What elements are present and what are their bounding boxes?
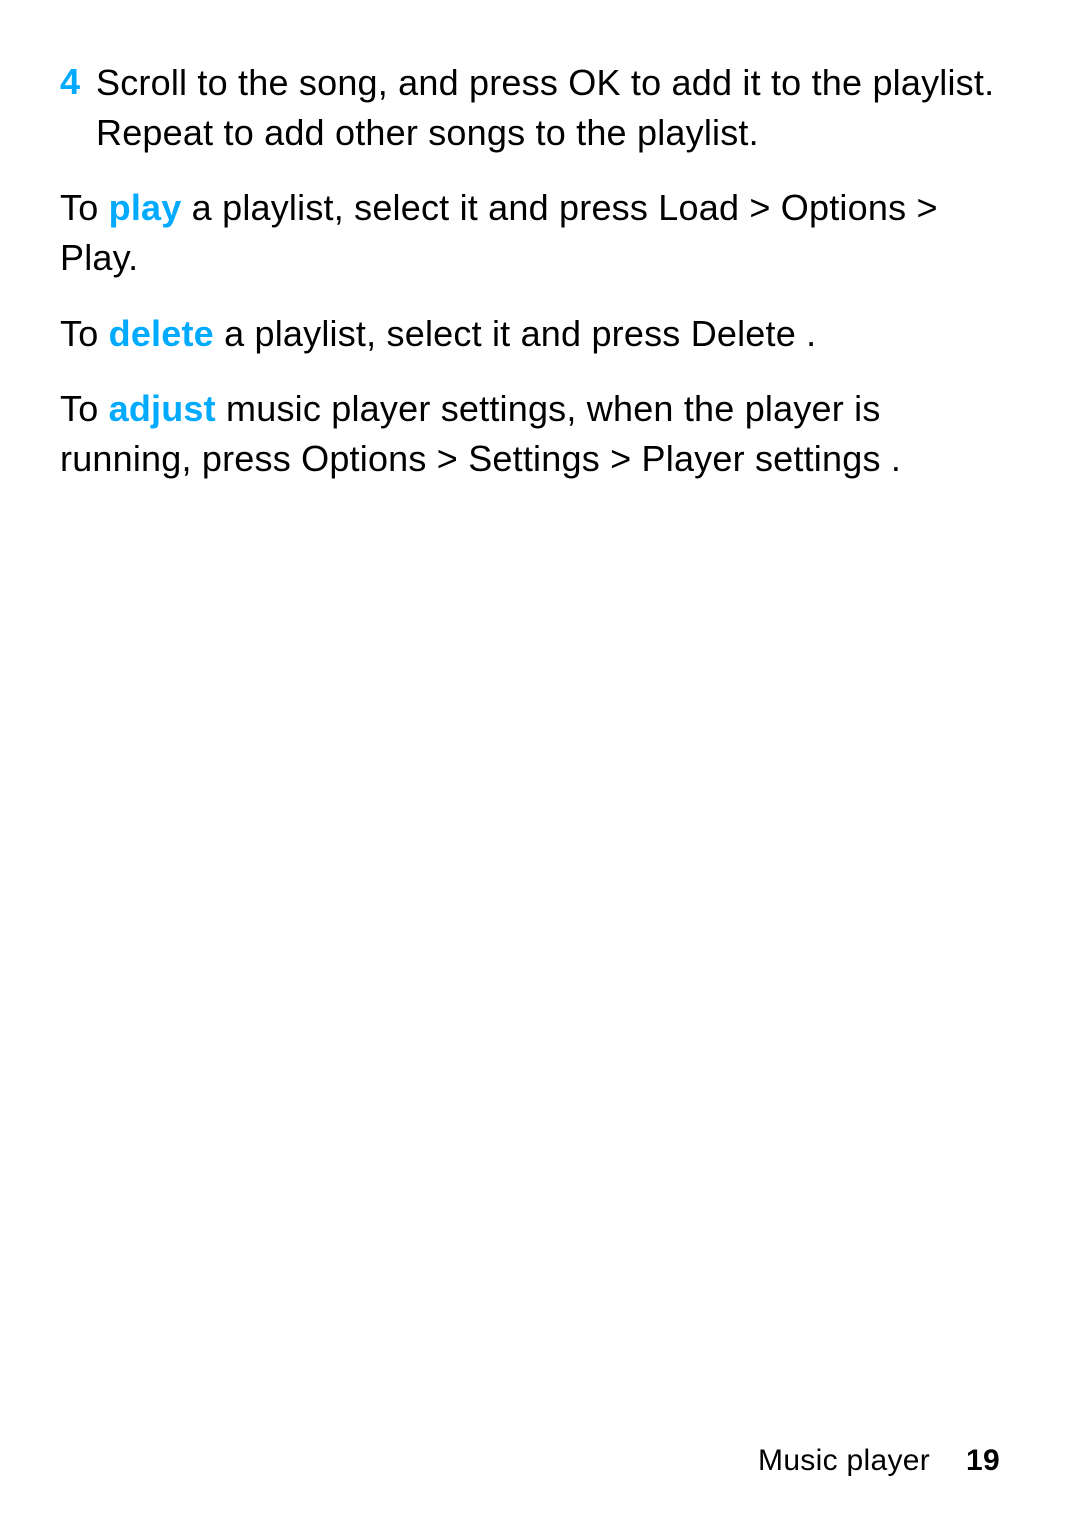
paragraph-delete: To delete a playlist, select it and pres… xyxy=(60,309,1010,359)
text-pre: To xyxy=(60,388,109,429)
keyword-delete: delete xyxy=(109,313,214,354)
step-4: 4 Scroll to the song, and press OK to ad… xyxy=(60,58,1010,157)
text-pre: To xyxy=(60,313,109,354)
keyword-play: play xyxy=(109,187,182,228)
text-post: a playlist, select it and press Delete . xyxy=(214,313,816,354)
text-pre: To xyxy=(60,187,109,228)
paragraph-adjust: To adjust music player settings, when th… xyxy=(60,384,1010,483)
text-post: a playlist, select it and press Load > O… xyxy=(60,187,938,278)
page-footer: Music player 19 xyxy=(758,1444,1000,1478)
step-number: 4 xyxy=(60,58,96,107)
step-text: Scroll to the song, and press OK to add … xyxy=(96,58,1010,157)
footer-section-title: Music player xyxy=(758,1444,930,1477)
keyword-adjust: adjust xyxy=(109,388,216,429)
paragraph-play: To play a playlist, select it and press … xyxy=(60,183,1010,282)
document-page: 4 Scroll to the song, and press OK to ad… xyxy=(0,0,1080,1532)
footer-page-number: 19 xyxy=(966,1444,1000,1477)
